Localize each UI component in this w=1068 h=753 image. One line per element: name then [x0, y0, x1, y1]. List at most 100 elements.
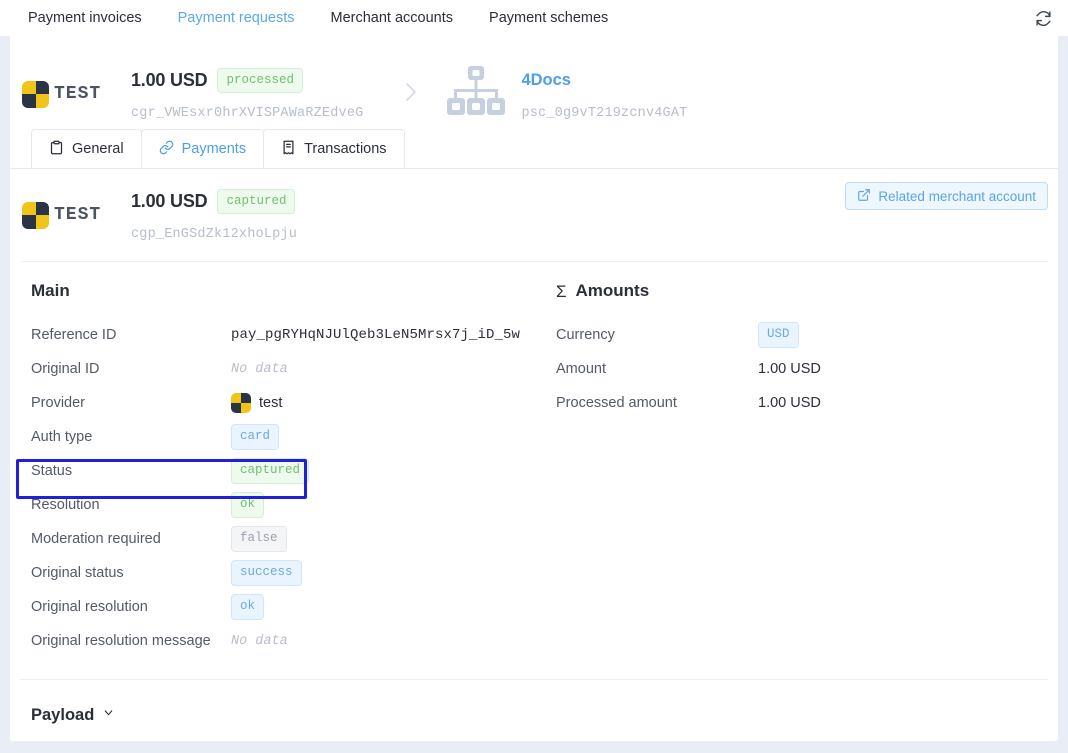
main-section-title: Main	[31, 280, 534, 302]
field-value: USD	[758, 322, 799, 348]
field-original-status: Original status success	[31, 556, 534, 590]
field-resolution: Resolution ok	[31, 488, 534, 522]
field-label: Original ID	[31, 361, 100, 377]
field-value-wrap: USD	[758, 322, 799, 348]
main-section: Main Reference ID pay_pgRYHqNJUlQeb3LeN5…	[10, 280, 534, 658]
tab-label: General	[72, 141, 124, 157]
field-value-wrap: false	[231, 526, 287, 552]
external-link-icon	[857, 188, 871, 205]
field-label: Moderation required	[31, 531, 161, 547]
checker-logo-icon	[22, 80, 49, 108]
checker-logo-icon	[22, 201, 49, 229]
provider-checker-icon	[231, 393, 251, 413]
field-original-resolution: Original resolution ok	[31, 590, 534, 624]
field-value: card	[231, 424, 280, 450]
tab-label: Payment requests	[177, 10, 295, 26]
field-auth-type: Auth type card	[31, 420, 534, 454]
tab-payment-requests[interactable]: Payment requests	[160, 0, 313, 36]
field-value-wrap: ok	[231, 594, 265, 620]
amounts-section-title: Σ Amounts	[556, 280, 1058, 302]
field-processed-amount: Processed amount 1.00 USD	[556, 386, 1058, 420]
scheme-entity-text: 4Docs psc_0g9vT219zcnv4GAT	[521, 68, 688, 121]
field-original-id: Original ID No data	[31, 352, 534, 386]
tab-payment-schemes[interactable]: Payment schemes	[471, 0, 626, 36]
field-value-wrap: card	[231, 424, 280, 450]
payload-toggle[interactable]: Payload	[10, 680, 1058, 732]
payment-provider-logo: TEST	[22, 201, 117, 229]
chevron-right-icon	[403, 79, 419, 109]
field-label: Currency	[556, 327, 615, 343]
field-value: success	[231, 560, 302, 586]
field-value-wrap: captured	[231, 458, 310, 484]
field-currency: Currency USD	[556, 318, 1058, 352]
clipboard-icon	[49, 140, 64, 159]
field-value-wrap: success	[231, 560, 302, 586]
amounts-section: Σ Amounts Currency USD Amount 1.00 USD P…	[534, 280, 1058, 658]
sitemap-icon	[445, 64, 507, 125]
link-icon	[159, 140, 174, 159]
field-reference-id: Reference ID pay_pgRYHqNJUlQeb3LeN5Mrsx7…	[31, 318, 534, 352]
request-entity-text: 1.00 USD processed cgr_VWEsxr0hrXVISPAWa…	[131, 67, 364, 121]
payment-amount-row: 1.00 USD captured	[131, 188, 297, 215]
request-amount-row: 1.00 USD processed	[131, 67, 363, 94]
payment-summary-header: TEST 1.00 USD captured cgp_EnGSdZk12xhoL…	[10, 169, 1058, 261]
app-root: Payment invoices Payment requests Mercha…	[0, 0, 1068, 753]
field-original-resolution-message: Original resolution message No data	[31, 624, 534, 658]
tab-label: Transactions	[304, 141, 387, 157]
tab-general[interactable]: General	[31, 129, 142, 168]
field-value: pay_pgRYHqNJUlQeb3LeN5Mrsx7j_iD_5w	[231, 327, 521, 343]
field-status: Status captured	[31, 454, 534, 488]
refresh-icon[interactable]	[1032, 7, 1054, 29]
payment-entity-text: 1.00 USD captured cgp_EnGSdZk12xhoLpju	[131, 188, 298, 242]
field-label: Amount	[556, 361, 606, 377]
request-id: cgr_VWEsxr0hrXVISPAWaRZEdveG	[131, 105, 364, 121]
tab-payment-invoices[interactable]: Payment invoices	[10, 0, 160, 36]
scheme-entity: 4Docs psc_0g9vT219zcnv4GAT	[445, 64, 687, 125]
field-value: 1.00 USD	[758, 361, 821, 377]
field-value: 1.00 USD	[758, 395, 821, 411]
payment-status-badge: captured	[217, 188, 296, 215]
field-value: test	[259, 395, 283, 411]
field-value: No data	[231, 633, 288, 649]
payment-request-card: TEST 1.00 USD processed cgr_VWEsxr0hrXVI…	[10, 33, 1058, 741]
sigma-icon: Σ	[556, 281, 567, 301]
top-navigation-bar: Payment invoices Payment requests Mercha…	[0, 0, 1068, 36]
tab-transactions[interactable]: Transactions	[263, 129, 405, 168]
test-logo-text: TEST	[54, 84, 102, 104]
field-label: Resolution	[31, 497, 100, 513]
field-label: Original resolution	[31, 599, 148, 615]
field-value: false	[231, 526, 287, 552]
tab-payments[interactable]: Payments	[140, 129, 265, 168]
field-moderation-required: Moderation required false	[31, 522, 534, 556]
field-value-wrap: ok	[231, 492, 265, 518]
field-label: Original resolution message	[31, 633, 211, 649]
chevron-down-icon	[102, 706, 115, 724]
field-label: Auth type	[31, 429, 93, 445]
request-summary-header: TEST 1.00 USD processed cgr_VWEsxr0hrXVI…	[10, 33, 1058, 133]
tab-label: Payment schemes	[489, 10, 609, 26]
tab-merchant-accounts[interactable]: Merchant accounts	[313, 0, 472, 36]
main-title-text: Main	[31, 281, 70, 300]
field-value: ok	[231, 492, 265, 518]
request-entity: TEST 1.00 USD processed cgr_VWEsxr0hrXVI…	[10, 67, 364, 121]
field-provider: Provider test	[31, 386, 534, 420]
test-provider-logo: TEST	[22, 80, 117, 108]
field-label: Processed amount	[556, 395, 677, 411]
field-value: No data	[231, 361, 288, 377]
related-merchant-account-button[interactable]: Related merchant account	[845, 182, 1048, 210]
field-label: Original status	[31, 565, 124, 581]
request-amount: 1.00 USD	[131, 70, 208, 90]
inner-tab-list: General Payments Transactions	[10, 129, 1058, 168]
payment-amount: 1.00 USD	[131, 191, 208, 211]
field-label: Status	[31, 463, 73, 479]
payment-id: cgp_EnGSdZk12xhoLpju	[131, 226, 298, 242]
details-columns: Main Reference ID pay_pgRYHqNJUlQeb3LeN5…	[10, 262, 1058, 658]
field-value: ok	[231, 594, 265, 620]
tab-label: Payments	[181, 141, 247, 157]
scheme-id: psc_0g9vT219zcnv4GAT	[521, 105, 688, 121]
field-label: Provider	[31, 395, 85, 411]
scheme-name-row: 4Docs	[521, 68, 687, 94]
related-merchant-account-label: Related merchant account	[878, 188, 1036, 204]
scheme-name-link[interactable]: 4Docs	[521, 72, 571, 89]
tab-label: Merchant accounts	[330, 10, 454, 26]
